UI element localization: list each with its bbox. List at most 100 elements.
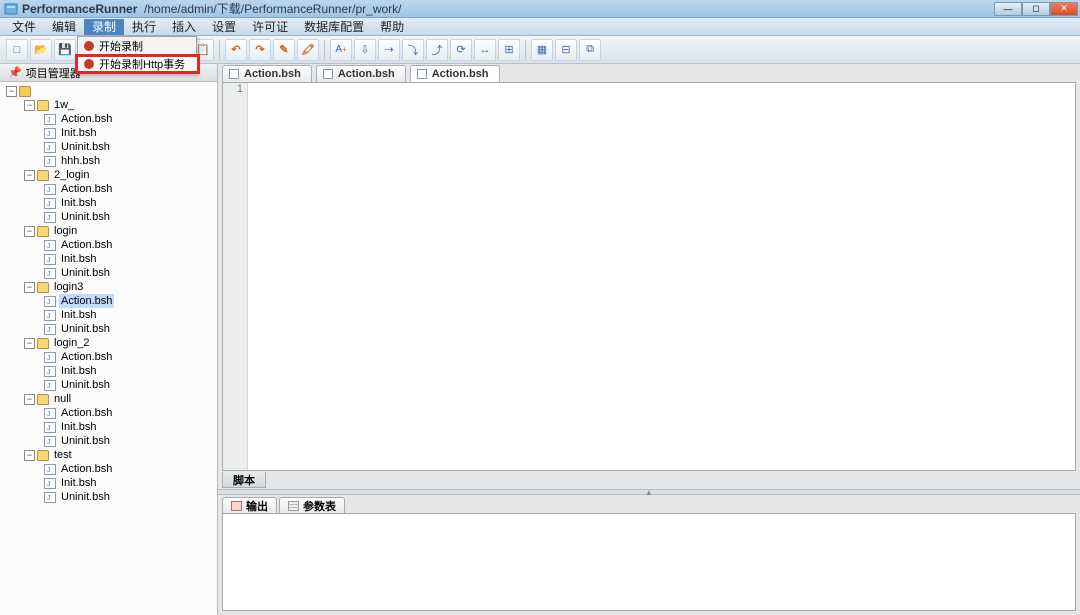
node-label: Init.bsh — [59, 364, 98, 378]
output-area[interactable] — [222, 513, 1076, 611]
tree-folder[interactable]: 2_login — [2, 168, 215, 182]
collapse-icon[interactable] — [24, 282, 35, 293]
tree-file[interactable]: Action.bsh — [2, 462, 215, 476]
tree-file[interactable]: Uninit.bsh — [2, 210, 215, 224]
toolbar-find-button[interactable]: ✎ — [273, 39, 295, 61]
toolbar-grid-button[interactable]: ▦ — [531, 39, 553, 61]
toolbar-new-button[interactable]: □ — [6, 39, 28, 61]
tab-params[interactable]: 参数表 — [279, 497, 345, 513]
doc-tab[interactable]: Action.bsh — [316, 65, 406, 82]
editor[interactable]: 1 — [222, 82, 1076, 471]
tree-file[interactable]: Action.bsh — [2, 112, 215, 126]
tree-file[interactable]: Init.bsh — [2, 308, 215, 322]
node-label: Uninit.bsh — [59, 140, 112, 154]
collapse-icon[interactable] — [24, 450, 35, 461]
file-icon — [44, 422, 56, 433]
tree-file[interactable]: Uninit.bsh — [2, 378, 215, 392]
menu-插入[interactable]: 插入 — [164, 19, 204, 35]
tree-folder[interactable]: login_2 — [2, 336, 215, 350]
toolbar-step-button[interactable]: ⇢ — [378, 39, 400, 61]
file-icon — [44, 142, 56, 153]
collapse-icon[interactable] — [24, 226, 35, 237]
tree-root[interactable] — [2, 84, 215, 98]
file-icon — [44, 268, 56, 279]
toolbar-save-button[interactable]: 💾 — [54, 39, 76, 61]
tree-file[interactable]: Init.bsh — [2, 252, 215, 266]
menu-许可证[interactable]: 许可证 — [244, 19, 296, 35]
menu-start-record-http[interactable]: 开始录制Http事务 — [76, 55, 199, 73]
tree-folder[interactable]: test — [2, 448, 215, 462]
node-label: Action.bsh — [59, 112, 114, 126]
toolbar-table-button[interactable]: ⊟ — [555, 39, 577, 61]
toolbar-step-out-button[interactable]: ⤴ — [426, 39, 448, 61]
editor-bottom-tabs: 脚本 — [218, 471, 1080, 489]
tree-file[interactable]: Init.bsh — [2, 364, 215, 378]
editor-content[interactable] — [248, 83, 1075, 470]
tab-output[interactable]: 输出 — [222, 497, 277, 513]
toolbar-open-button[interactable]: 📂 — [30, 39, 52, 61]
tree-file[interactable]: Uninit.bsh — [2, 266, 215, 280]
tree-file[interactable]: Init.bsh — [2, 476, 215, 490]
tree-folder[interactable]: 1w_ — [2, 98, 215, 112]
tree-file[interactable]: Init.bsh — [2, 126, 215, 140]
toolbar-sync-button[interactable]: ⟳ — [450, 39, 472, 61]
collapse-icon[interactable] — [24, 170, 35, 181]
collapse-icon[interactable] — [24, 100, 35, 111]
collapse-icon[interactable] — [6, 86, 17, 97]
doc-tab[interactable]: Action.bsh — [222, 65, 312, 82]
project-tree[interactable]: 1w_Action.bshInit.bshUninit.bshhhh.bsh2_… — [0, 82, 217, 615]
toolbar-multi-button[interactable]: ⧉ — [579, 39, 601, 61]
menu-编辑[interactable]: 编辑 — [44, 19, 84, 35]
tree-file[interactable]: Init.bsh — [2, 420, 215, 434]
minimize-button[interactable]: — — [994, 2, 1022, 16]
maximize-button[interactable]: ◻ — [1022, 2, 1050, 16]
menu-执行[interactable]: 执行 — [124, 19, 164, 35]
tab-label: Action.bsh — [432, 68, 489, 80]
tree-file[interactable]: Uninit.bsh — [2, 322, 215, 336]
line-gutter: 1 — [223, 83, 248, 470]
app-icon — [4, 2, 18, 16]
node-label: Uninit.bsh — [59, 266, 112, 280]
tree-file[interactable]: Action.bsh — [2, 406, 215, 420]
doc-tab[interactable]: Action.bsh — [410, 65, 500, 82]
file-icon — [44, 464, 56, 475]
menu-设置[interactable]: 设置 — [204, 19, 244, 35]
file-icon — [44, 128, 56, 139]
tree-file[interactable]: Action.bsh — [2, 182, 215, 196]
tree-file[interactable]: Action.bsh — [2, 238, 215, 252]
toolbar-redo-button[interactable]: ↷ — [249, 39, 271, 61]
toolbar-step-into-button[interactable]: ⤵ — [402, 39, 424, 61]
file-icon — [44, 436, 56, 447]
toolbar-ruler-button[interactable]: ↔ — [474, 39, 496, 61]
node-label: Action.bsh — [59, 406, 114, 420]
tree-folder[interactable]: null — [2, 392, 215, 406]
collapse-icon[interactable] — [24, 338, 35, 349]
tree-file[interactable]: Init.bsh — [2, 196, 215, 210]
toolbar-export-button[interactable]: ⇩ — [354, 39, 376, 61]
menu-文件[interactable]: 文件 — [4, 19, 44, 35]
menu-帮助[interactable]: 帮助 — [372, 19, 412, 35]
file-icon — [44, 198, 56, 209]
node-label: null — [52, 392, 73, 406]
toolbar-undo-button[interactable]: ↶ — [225, 39, 247, 61]
tree-file[interactable]: Uninit.bsh — [2, 434, 215, 448]
tree-file[interactable]: Action.bsh — [2, 294, 215, 308]
tab-script[interactable]: 脚本 — [222, 472, 266, 488]
title-text: PerformanceRunner /home/admin/下载/Perform… — [22, 0, 402, 17]
lower-tabs: 输出 参数表 — [218, 495, 1080, 513]
close-button[interactable]: ✕ — [1050, 2, 1078, 16]
tree-file[interactable]: Action.bsh — [2, 350, 215, 364]
tree-folder[interactable]: login — [2, 224, 215, 238]
tree-file[interactable]: Uninit.bsh — [2, 490, 215, 504]
menu-start-record[interactable]: 开始录制 — [78, 37, 196, 55]
toolbar-A+-button[interactable]: A+ — [330, 39, 352, 61]
tree-folder[interactable]: login3 — [2, 280, 215, 294]
menu-数据库配置[interactable]: 数据库配置 — [296, 19, 372, 35]
toolbar-align-button[interactable]: ⊞ — [498, 39, 520, 61]
tree-file[interactable]: Uninit.bsh — [2, 140, 215, 154]
tree-file[interactable]: hhh.bsh — [2, 154, 215, 168]
toolbar-highlight-button[interactable]: 🖍 — [297, 39, 319, 61]
folder-icon — [37, 338, 49, 349]
collapse-icon[interactable] — [24, 394, 35, 405]
menu-录制[interactable]: 录制 — [84, 19, 124, 35]
